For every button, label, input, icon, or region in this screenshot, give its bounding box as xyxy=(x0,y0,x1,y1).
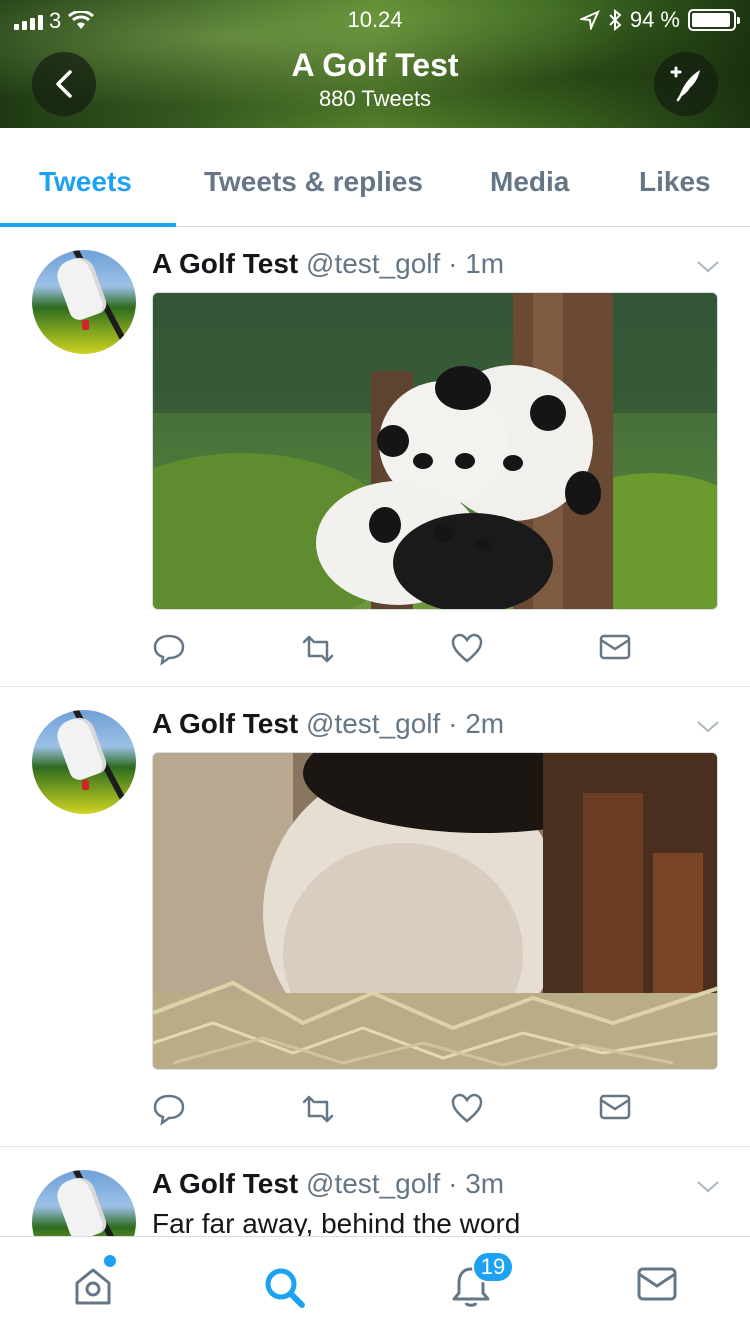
tweet-header: A Golf Test @test_golf · 3m xyxy=(152,1168,505,1199)
avatar[interactable] xyxy=(32,710,136,814)
like-heart-icon[interactable] xyxy=(450,632,484,664)
messages-icon[interactable] xyxy=(636,1265,678,1303)
reply-icon[interactable] xyxy=(152,632,186,666)
home-icon[interactable] xyxy=(73,1265,113,1307)
tweet-timestamp: 1m xyxy=(465,248,505,279)
reply-icon[interactable] xyxy=(152,1092,186,1126)
tweet-author-handle: @test_golf xyxy=(306,248,441,279)
tweet-author-handle: @test_golf xyxy=(306,708,441,739)
status-bar: 3 10.24 94 % xyxy=(0,0,750,40)
tab-likes[interactable]: Likes xyxy=(639,166,711,198)
retweet-icon[interactable] xyxy=(300,632,336,666)
status-right: 94 % xyxy=(579,7,740,33)
search-icon[interactable] xyxy=(262,1265,306,1309)
direct-message-icon[interactable] xyxy=(598,1092,632,1122)
like-heart-icon[interactable] xyxy=(450,1092,484,1124)
tweet-item[interactable]: A Golf Test @test_golf · 2m xyxy=(0,688,750,1147)
profile-name-title: A Golf Test xyxy=(291,47,459,83)
tweet-author-name[interactable]: A Golf Test xyxy=(152,1168,298,1199)
active-tab-indicator xyxy=(0,223,176,227)
bluetooth-icon xyxy=(609,9,622,31)
tweet-item[interactable]: A Golf Test @test_golf · 1m xyxy=(0,228,750,687)
home-new-indicator xyxy=(104,1255,116,1267)
tweet-timestamp: 3m xyxy=(465,1168,505,1199)
battery-icon xyxy=(688,9,740,31)
tweet-actions xyxy=(152,632,652,668)
tweet-item[interactable]: A Golf Test @test_golf · 3m Far far away… xyxy=(0,1148,750,1274)
direct-message-icon[interactable] xyxy=(598,632,632,662)
tweet-count: 880 Tweets xyxy=(318,86,432,111)
profile-tabs: Tweets Tweets & replies Media Likes xyxy=(0,128,750,227)
pandas-photo xyxy=(153,293,717,609)
compose-tweet-button[interactable] xyxy=(654,52,718,116)
tweet-actions xyxy=(152,1092,652,1128)
tab-media[interactable]: Media xyxy=(490,166,569,198)
tweet-author-name[interactable]: A Golf Test xyxy=(152,708,298,739)
tweet-media-panda-closeup[interactable] xyxy=(152,752,718,1070)
battery-percent: 94 % xyxy=(629,7,680,32)
avatar[interactable] xyxy=(32,250,136,354)
profile-header: 3 10.24 94 % A Golf Test 880 Tweets xyxy=(0,0,750,128)
tab-tweets-and-replies[interactable]: Tweets & replies xyxy=(204,166,423,198)
tweet-header: A Golf Test @test_golf · 1m xyxy=(152,248,505,279)
battery-level xyxy=(692,13,730,27)
chevron-down-icon[interactable] xyxy=(696,254,720,278)
tweet-timestamp: 2m xyxy=(465,708,505,739)
panda-closeup-photo xyxy=(153,753,717,1069)
tweet-header: A Golf Test @test_golf · 2m xyxy=(152,708,505,739)
compose-feather-icon xyxy=(670,66,700,102)
tweet-author-name[interactable]: A Golf Test xyxy=(152,248,298,279)
chevron-down-icon[interactable] xyxy=(696,714,720,738)
tab-tweets[interactable]: Tweets xyxy=(39,166,132,198)
chevron-down-icon[interactable] xyxy=(696,1174,720,1198)
retweet-icon[interactable] xyxy=(300,1092,336,1126)
notification-count-badge: 19 xyxy=(472,1251,514,1283)
bottom-tab-bar: 19 xyxy=(0,1236,750,1334)
tweet-media-pandas[interactable] xyxy=(152,292,718,610)
tweet-author-handle: @test_golf xyxy=(306,1168,441,1199)
location-arrow-icon xyxy=(579,10,600,30)
